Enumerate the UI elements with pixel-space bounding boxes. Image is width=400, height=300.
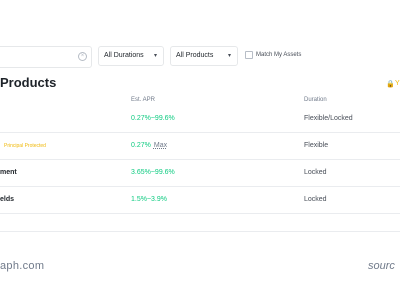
footer-source-text: sourc [368, 260, 395, 272]
products-dropdown-label: All Products [176, 52, 214, 59]
product-name: ment [0, 169, 17, 176]
table-row[interactable]: Principal Protected 0.27% Max Flexible [0, 132, 400, 160]
principal-protected-badge: Principal Protected [4, 143, 46, 149]
header-right-link[interactable]: Y [395, 80, 400, 87]
apr-value: 0.27%~99.6% [131, 115, 175, 122]
close-circle-icon[interactable]: × [78, 52, 87, 61]
durations-dropdown-label: All Durations [104, 52, 144, 59]
apr-max-label: Max [153, 142, 168, 149]
apr-value: 3.65%~99.6% [131, 169, 175, 176]
products-dropdown[interactable]: All Products ▾ [170, 46, 238, 66]
column-header-apr: Est. APR [131, 97, 156, 103]
duration-value: Locked [304, 196, 327, 203]
table-row[interactable]: ment 3.65%~99.6% Locked [0, 159, 400, 187]
chevron-down-icon: ▾ [227, 53, 231, 59]
product-name: elds [0, 196, 15, 203]
match-assets-label: Match My Assets [256, 52, 302, 58]
search-input[interactable]: × [0, 46, 92, 68]
footer-site-text: aph.com [0, 260, 45, 272]
match-assets-checkbox[interactable] [245, 51, 253, 59]
apr-value: 1.5%~3.9% [131, 196, 167, 203]
apr-value: 0.27% Max [131, 142, 168, 149]
durations-dropdown[interactable]: All Durations ▾ [98, 46, 164, 66]
table-row[interactable]: 0.27%~99.6% Flexible/Locked [0, 105, 400, 133]
chevron-down-icon: ▾ [153, 53, 157, 59]
lock-icon[interactable]: 🔒 [386, 80, 395, 88]
table-row[interactable]: elds 1.5%~3.9% Locked [0, 186, 400, 214]
column-header-duration: Duration [304, 97, 327, 103]
divider [0, 231, 400, 232]
page-title: Products [0, 75, 57, 90]
duration-value: Flexible [304, 142, 329, 149]
duration-value: Flexible/Locked [304, 115, 353, 122]
duration-value: Locked [304, 169, 327, 176]
match-assets-toggle[interactable]: Match My Assets [245, 51, 301, 59]
